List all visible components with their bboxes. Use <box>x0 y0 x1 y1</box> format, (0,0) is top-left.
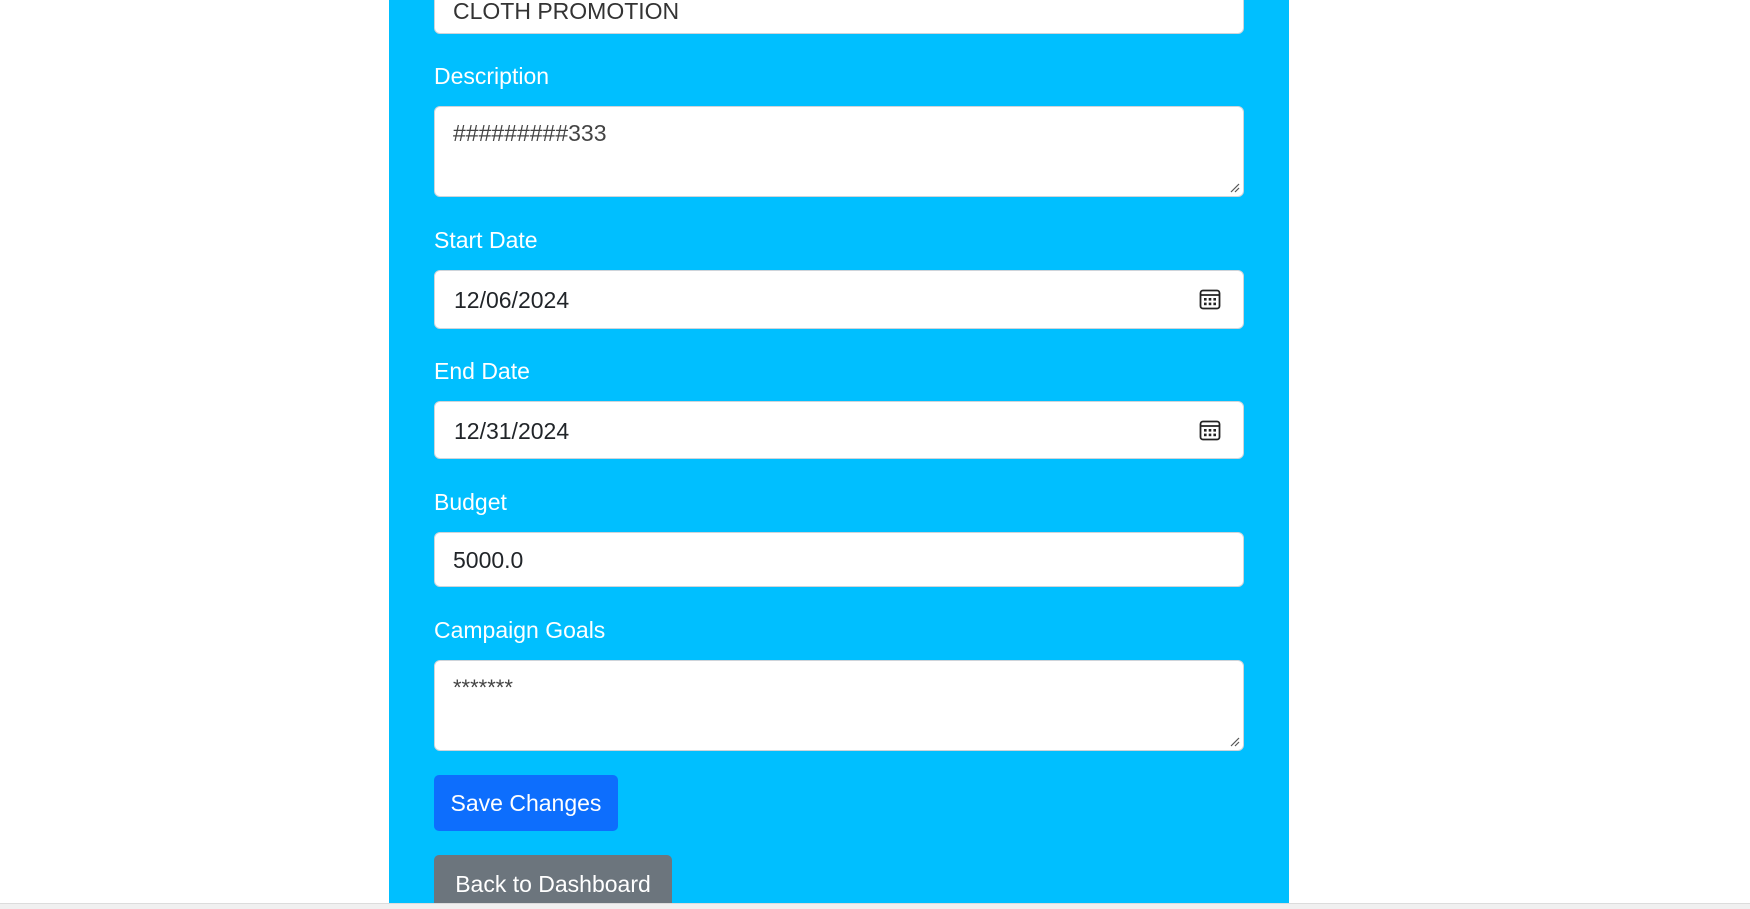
campaign-goals-value: ******* <box>453 675 513 700</box>
save-changes-button[interactable]: Save Changes <box>434 775 618 831</box>
resize-grip-icon[interactable] <box>1228 181 1240 193</box>
page: CLOTH PROMOTION Description #########333… <box>0 0 1750 909</box>
description-label: Description <box>434 63 550 89</box>
calendar-icon[interactable] <box>1199 419 1221 441</box>
resize-grip-icon[interactable] <box>1228 735 1240 747</box>
end-date-label: End Date <box>434 358 530 384</box>
budget-value: 5000.0 <box>453 547 524 573</box>
end-date-value: 12/31/2024 <box>454 418 570 444</box>
budget-input[interactable]: 5000.0 <box>434 532 1244 587</box>
end-date-input[interactable]: 12/31/2024 <box>434 401 1244 459</box>
campaign-name-value: CLOTH PROMOTION <box>453 0 680 24</box>
start-date-value: 12/06/2024 <box>454 287 570 313</box>
calendar-icon[interactable] <box>1199 288 1221 310</box>
start-date-input[interactable]: 12/06/2024 <box>434 270 1244 329</box>
start-date-label: Start Date <box>434 227 538 253</box>
campaign-goals-textarea[interactable]: ******* <box>434 660 1244 751</box>
window-bottom-edge <box>0 903 1750 909</box>
campaign-goals-label: Campaign Goals <box>434 617 606 643</box>
description-value: #########333 <box>453 120 607 146</box>
campaign-name-input[interactable]: CLOTH PROMOTION <box>434 0 1244 34</box>
back-to-dashboard-button[interactable]: Back to Dashboard <box>434 855 672 909</box>
budget-label: Budget <box>434 489 507 515</box>
description-textarea[interactable]: #########333 <box>434 106 1244 197</box>
